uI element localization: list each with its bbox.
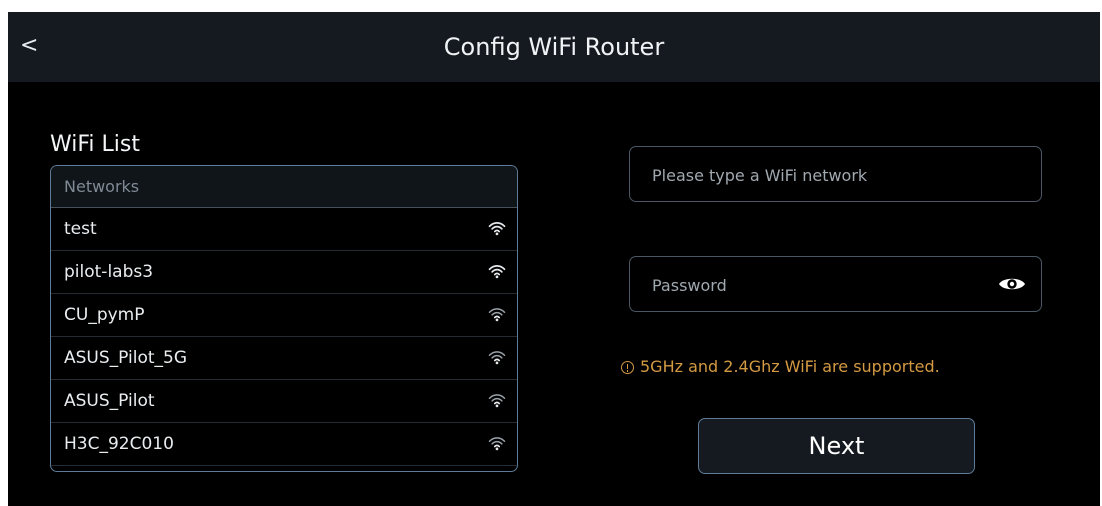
wifi-icon bbox=[488, 437, 506, 451]
config-wifi-screen: < Config WiFi Router WiFi List Networks … bbox=[8, 12, 1100, 506]
network-name: H3C_92C010 bbox=[64, 434, 174, 454]
wifi-icon bbox=[488, 394, 506, 408]
network-item-cu-pymp[interactable]: CU_pymP bbox=[51, 294, 517, 337]
app-header: < Config WiFi Router bbox=[8, 12, 1100, 82]
wifi-network-list: Networks test pilot-labs3 CU_pymP ASUS_P… bbox=[50, 165, 518, 472]
network-item-asus-pilot-5g[interactable]: ASUS_Pilot_5G bbox=[51, 337, 517, 380]
network-name: test bbox=[64, 219, 97, 239]
network-name: ASUS_Pilot_5G bbox=[64, 348, 188, 368]
wifi-icon bbox=[488, 222, 506, 236]
wifi-list-title: WiFi List bbox=[50, 132, 140, 157]
wifi-network-field[interactable] bbox=[629, 146, 1042, 203]
warning-icon bbox=[621, 361, 634, 374]
wifi-icon bbox=[488, 265, 506, 279]
network-item-test[interactable]: test bbox=[51, 208, 517, 251]
wifi-support-notice: 5GHz and 2.4Ghz WiFi are supported. bbox=[621, 357, 940, 376]
wifi-icon bbox=[488, 308, 506, 322]
password-field[interactable] bbox=[629, 256, 1042, 313]
wifi-icon bbox=[488, 351, 506, 365]
network-item-h3c-92c010[interactable]: H3C_92C010 bbox=[51, 423, 517, 466]
next-button[interactable]: Next bbox=[698, 418, 975, 474]
password-input[interactable] bbox=[650, 257, 974, 313]
notice-text: 5GHz and 2.4Ghz WiFi are supported. bbox=[640, 357, 940, 376]
wifi-network-input[interactable] bbox=[650, 147, 974, 203]
network-name: CU_pymP bbox=[64, 305, 145, 325]
page-title: Config WiFi Router bbox=[443, 33, 665, 61]
network-item-asus-pilot[interactable]: ASUS_Pilot bbox=[51, 380, 517, 423]
network-item-pilot-labs3[interactable]: pilot-labs3 bbox=[51, 251, 517, 294]
network-name: ASUS_Pilot bbox=[64, 391, 155, 411]
eye-icon[interactable] bbox=[997, 272, 1027, 296]
network-name: pilot-labs3 bbox=[64, 262, 154, 282]
network-list-header: Networks bbox=[51, 166, 517, 208]
